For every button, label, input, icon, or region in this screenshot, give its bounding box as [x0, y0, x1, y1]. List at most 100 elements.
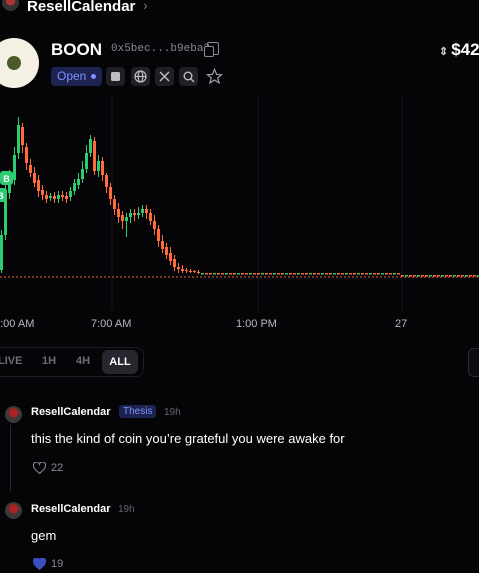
- candle-body: [289, 273, 292, 275]
- candle-body: [25, 147, 28, 163]
- timeframe-live[interactable]: LIVE: [0, 348, 22, 374]
- candle-body: [473, 275, 476, 277]
- candle-body: [357, 273, 360, 275]
- candle-body: [69, 191, 72, 197]
- candle-body: [349, 273, 352, 275]
- candle-body: [449, 275, 452, 277]
- sort-arrows-icon: ⇕: [439, 46, 449, 58]
- candle-body: [277, 273, 280, 275]
- token-name: BOON: [51, 40, 102, 59]
- thesis-badge: Thesis: [119, 405, 157, 418]
- candle-body: [65, 196, 68, 199]
- candle-body: [441, 275, 444, 277]
- like-button[interactable]: 22: [33, 462, 63, 474]
- candle-body: [185, 270, 188, 271]
- candle-body: [365, 273, 368, 275]
- candle-body: [13, 155, 16, 180]
- candle-body: [205, 273, 208, 275]
- timeframe-1h[interactable]: 1H: [42, 348, 56, 374]
- globe-icon[interactable]: [131, 67, 150, 86]
- stop-icon[interactable]: [106, 67, 125, 86]
- comment-username[interactable]: ResellCalendar: [31, 503, 110, 515]
- chevron-right-icon[interactable]: ›: [143, 0, 148, 13]
- candle-body: [241, 273, 244, 275]
- candle-body: [429, 275, 432, 277]
- candle-body: [377, 273, 380, 275]
- creator-avatar[interactable]: [2, 0, 19, 11]
- chart-settings-button[interactable]: [468, 348, 479, 377]
- candle-body: [157, 229, 160, 241]
- candle-body: [421, 275, 424, 277]
- candle-body: [145, 209, 148, 213]
- candle-body: [321, 273, 324, 275]
- candle-body: [325, 273, 328, 275]
- candle-body: [81, 169, 84, 179]
- timeframe-4h[interactable]: 4H: [76, 348, 90, 374]
- live-dot-icon: [91, 74, 97, 79]
- candle-body: [381, 273, 384, 275]
- like-count: 19: [51, 558, 64, 570]
- candle-body: [197, 272, 200, 273]
- status-label: Open: [57, 69, 87, 83]
- copy-icon[interactable]: [204, 42, 219, 57]
- candle-body: [293, 273, 296, 275]
- x-tick-label: 3:00 AM: [0, 318, 35, 330]
- candle-body: [37, 180, 40, 191]
- candle-body: [301, 273, 304, 275]
- candle-body: [445, 275, 448, 277]
- candle-body: [317, 273, 320, 275]
- x-icon[interactable]: [155, 67, 174, 86]
- candle-body: [305, 273, 308, 275]
- candle-body: [457, 275, 460, 277]
- candle-body: [181, 269, 184, 271]
- token-price: ⇕ $42: [439, 40, 479, 60]
- candle-body: [209, 273, 212, 275]
- candle-body: [29, 165, 32, 173]
- comment-avatar[interactable]: [5, 406, 22, 423]
- candle-body: [173, 259, 176, 267]
- candle-body: [257, 273, 260, 275]
- candle-body: [309, 273, 312, 275]
- candle-body: [285, 273, 288, 275]
- candle-body: [401, 275, 404, 277]
- candle-body: [169, 253, 172, 261]
- candle-body: [341, 273, 344, 275]
- candle-body: [229, 273, 232, 275]
- token-address[interactable]: 0x5bec...b9eba3: [111, 43, 210, 55]
- candle-body: [133, 213, 136, 215]
- timeframe-all[interactable]: ALL: [102, 350, 138, 374]
- star-icon[interactable]: [205, 67, 224, 90]
- candle-body: [113, 199, 116, 209]
- x-tick-label: 1:00 PM: [236, 318, 277, 330]
- candle-body: [329, 273, 332, 275]
- candle-body: [121, 215, 124, 221]
- candle-body: [313, 273, 316, 275]
- comment-time: 19h: [118, 504, 135, 515]
- thread-line: [10, 425, 11, 491]
- candle-body: [141, 209, 144, 213]
- comment-username[interactable]: ResellCalendar: [31, 406, 110, 418]
- price-chart[interactable]: BB: [0, 95, 479, 340]
- candle-body: [45, 195, 48, 199]
- comment-avatar[interactable]: [5, 502, 22, 519]
- x-tick-label: 27: [395, 318, 408, 330]
- candle-body: [125, 217, 128, 221]
- creator-name[interactable]: ResellCalendar: [27, 0, 135, 15]
- candle-body: [109, 187, 112, 199]
- like-button[interactable]: 19: [33, 558, 63, 570]
- heart-icon: [33, 462, 46, 474]
- candle-body: [89, 139, 92, 153]
- candle-body: [417, 275, 420, 277]
- candle-body: [73, 183, 76, 191]
- candle-body: [0, 235, 3, 270]
- candle-body: [129, 213, 132, 217]
- search-icon[interactable]: [179, 67, 198, 86]
- candle-body: [117, 209, 120, 217]
- comment-text: gem: [31, 528, 57, 543]
- candle-body: [61, 195, 64, 197]
- buy-marker-label: B: [0, 191, 4, 201]
- candle-body: [97, 161, 100, 171]
- candle-body: [409, 275, 412, 277]
- candle-body: [93, 141, 96, 171]
- heart-filled-icon: [33, 558, 46, 570]
